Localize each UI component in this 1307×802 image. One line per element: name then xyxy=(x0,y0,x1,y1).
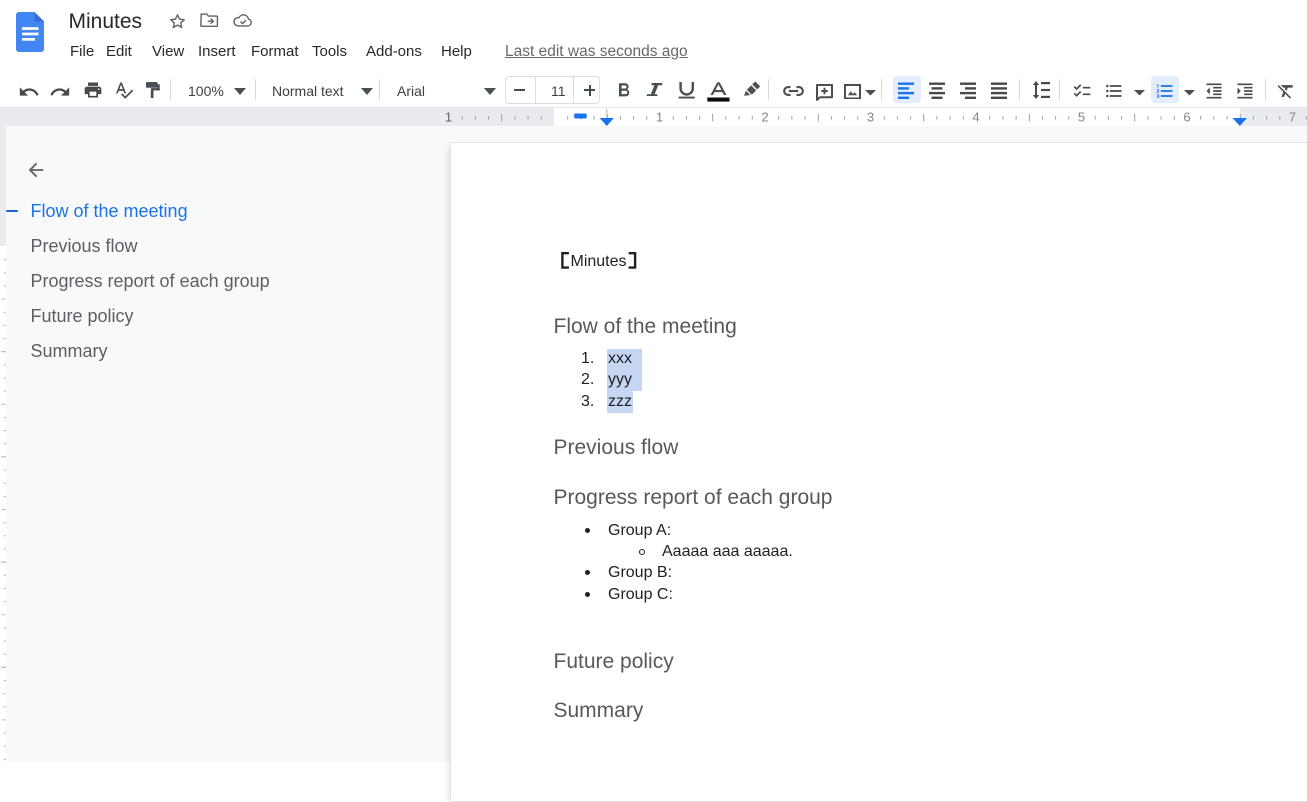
svg-text:7: 7 xyxy=(1289,110,1296,125)
svg-text:2: 2 xyxy=(761,110,768,125)
svg-text:1: 1 xyxy=(445,110,452,125)
svg-text:5: 5 xyxy=(1078,110,1085,125)
svg-text:6: 6 xyxy=(1183,110,1190,125)
svg-text:4: 4 xyxy=(972,110,979,125)
svg-text:3: 3 xyxy=(867,110,874,125)
svg-text:1: 1 xyxy=(656,110,663,125)
